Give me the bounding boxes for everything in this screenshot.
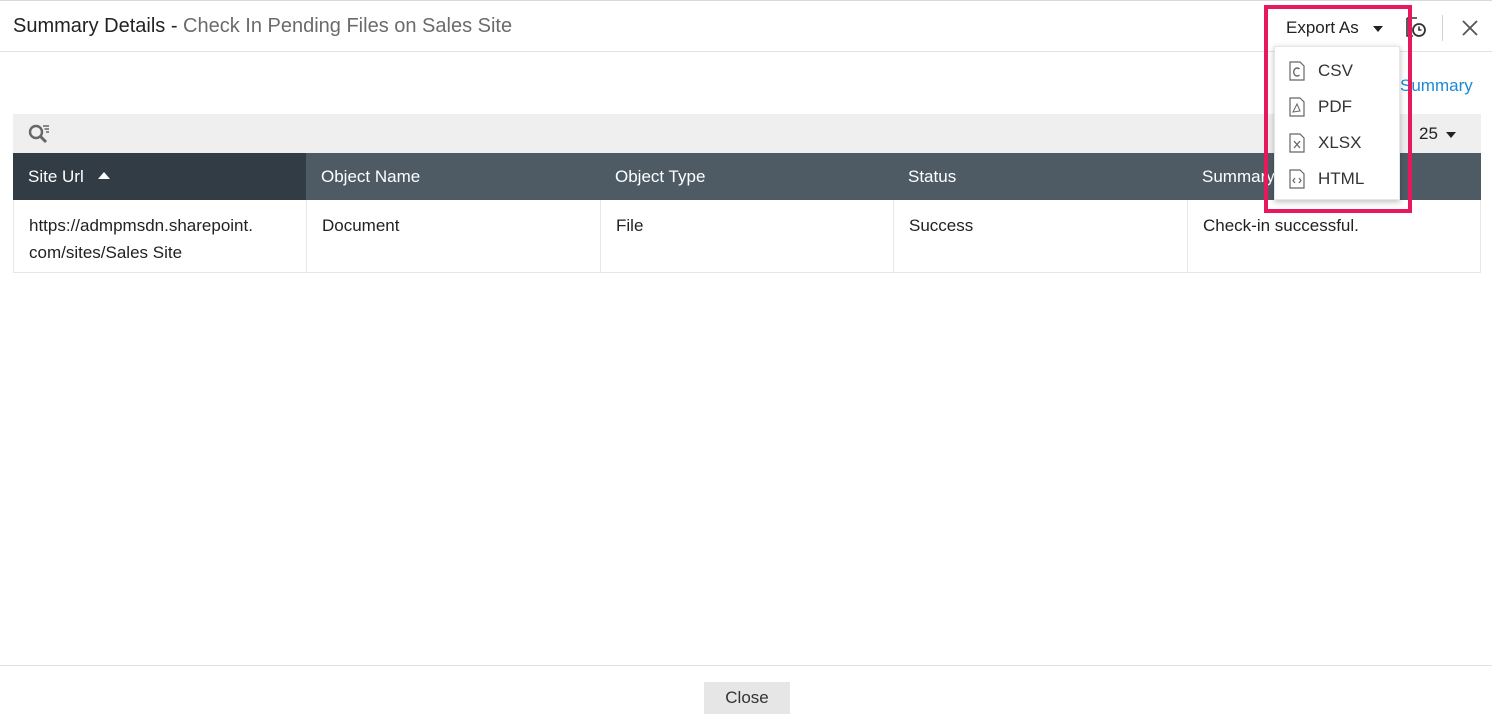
caret-down-icon <box>1446 132 1456 138</box>
export-csv-item[interactable]: CSV <box>1275 52 1399 88</box>
csv-file-icon <box>1288 61 1306 81</box>
table-header: Site Url Object Name Object Type Status … <box>13 153 1481 200</box>
sort-ascending-icon <box>97 172 110 179</box>
close-button[interactable]: Close <box>704 682 790 714</box>
column-header-object-type[interactable]: Object Type <box>600 153 894 200</box>
table-row: https://admpmsdn.sharepoint. com/sites/S… <box>13 200 1481 273</box>
cell-site-url: https://admpmsdn.sharepoint. com/sites/S… <box>14 200 307 272</box>
xlsx-file-glyph <box>1289 133 1305 153</box>
export-item-label: PDF <box>1318 97 1352 116</box>
site-url-line: https://admpmsdn.sharepoint. <box>29 216 253 235</box>
dialog-footer: Close <box>0 665 1492 727</box>
export-item-label: XLSX <box>1318 133 1362 152</box>
export-as-button[interactable]: Export As <box>1274 10 1400 46</box>
export-pdf-item[interactable]: PDF <box>1275 88 1399 124</box>
export-as-label: Export As <box>1286 18 1359 37</box>
cell-object-type: File <box>601 200 894 272</box>
export-xlsx-item[interactable]: XLSX <box>1275 124 1399 160</box>
table-toolbar: 25 <box>13 114 1481 153</box>
search-filter-glyph <box>28 124 49 144</box>
column-header-status[interactable]: Status <box>893 153 1187 200</box>
site-url-line: com/sites/Sales Site <box>29 243 183 262</box>
export-item-label: HTML <box>1318 169 1365 188</box>
page-size-value: 25 <box>1419 124 1438 143</box>
export-html-item[interactable]: HTML <box>1275 160 1399 196</box>
dialog-title: Summary Details - Check In Pending Files… <box>13 15 512 38</box>
schedule-report-icon[interactable] <box>1404 16 1428 40</box>
export-menu: CSV PDF XLSX HTML <box>1274 46 1400 200</box>
summary-link[interactable]: Summary <box>1400 76 1473 96</box>
pdf-file-icon <box>1288 97 1306 117</box>
cell-summary: Check-in successful. <box>1203 216 1359 235</box>
search-filter-icon[interactable] <box>27 122 51 146</box>
close-icon[interactable] <box>1459 17 1481 39</box>
column-header-label: Site Url <box>28 167 84 186</box>
schedule-report-glyph <box>1406 17 1426 37</box>
column-header-label: Status <box>908 167 957 186</box>
html-file-icon <box>1288 169 1306 189</box>
dialog-title-sub: Check In Pending Files on Sales Site <box>183 15 513 37</box>
column-header-site-url[interactable]: Site Url <box>13 153 306 200</box>
dialog-title-main: Summary Details - <box>13 15 184 37</box>
column-header-label: Object Type <box>615 167 706 186</box>
column-header-label: Summary <box>1202 167 1275 186</box>
xlsx-file-icon <box>1288 133 1306 153</box>
pdf-file-glyph <box>1289 97 1305 117</box>
close-glyph <box>1462 20 1478 36</box>
csv-file-glyph <box>1289 61 1305 81</box>
export-item-label: CSV <box>1318 61 1353 80</box>
dialog-header: Summary Details - Check In Pending Files… <box>0 1 1492 52</box>
column-header-object-name[interactable]: Object Name <box>306 153 600 200</box>
header-divider <box>1442 15 1443 41</box>
caret-down-icon <box>1373 26 1383 32</box>
column-header-label: Object Name <box>321 167 421 186</box>
cell-status: Success <box>894 200 1188 272</box>
page-size-select[interactable]: 25 <box>1419 123 1465 145</box>
html-file-glyph <box>1289 169 1305 189</box>
cell-object-name: Document <box>307 200 601 272</box>
